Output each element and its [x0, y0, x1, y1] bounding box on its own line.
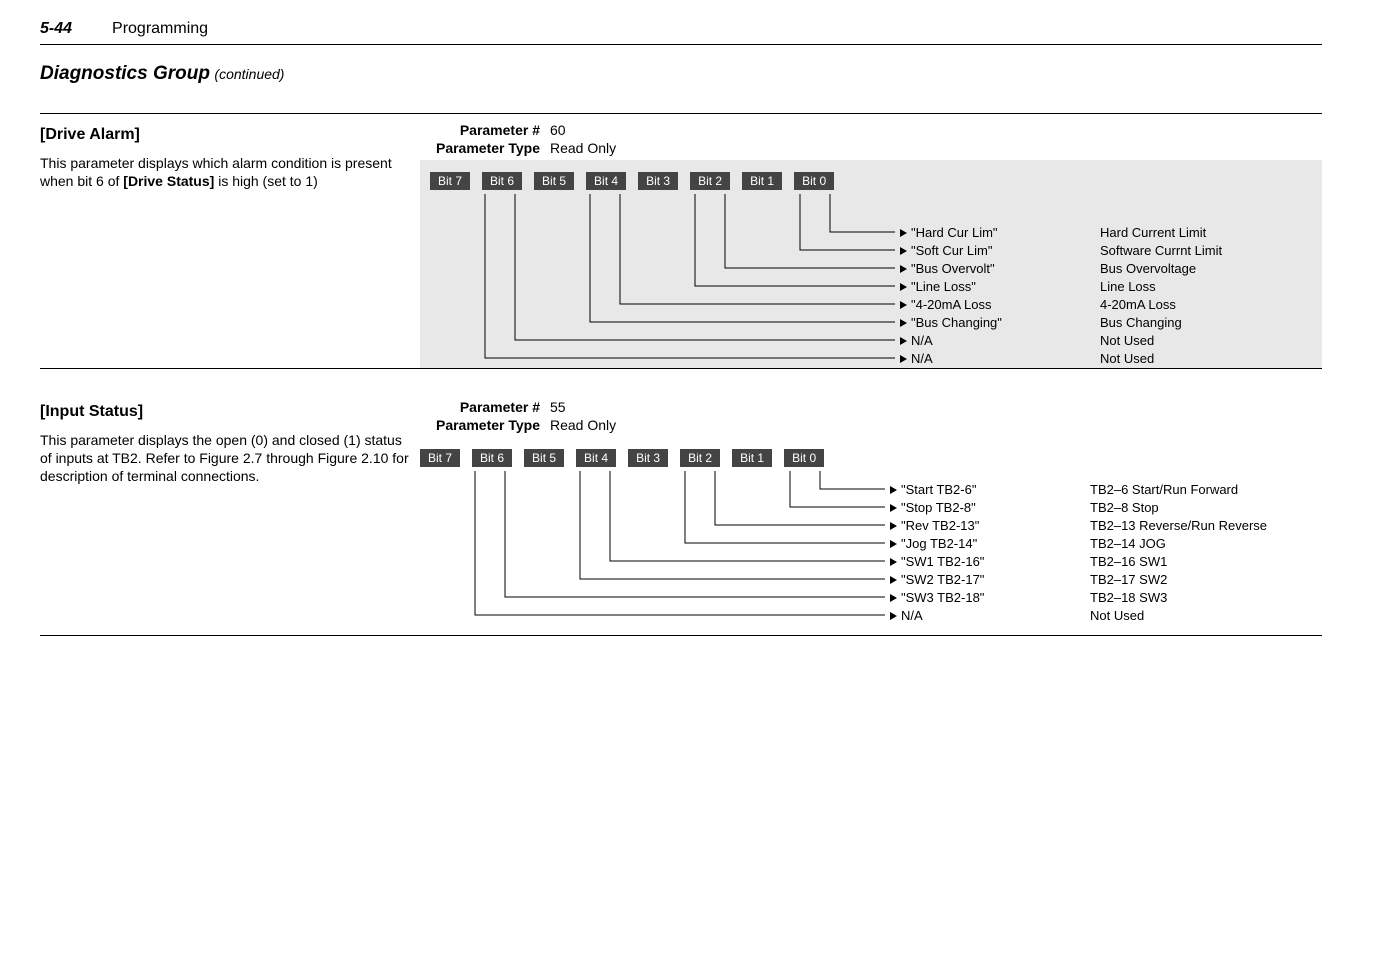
arrow-icon: [900, 247, 907, 255]
input-status-description: This parameter displays the open (0) and…: [40, 431, 410, 486]
bit-6: Bit 6: [482, 172, 522, 190]
chapter-title: Programming: [112, 20, 208, 38]
drive-alarm-description: This parameter displays which alarm cond…: [40, 154, 410, 190]
param-num-label: Parameter #: [420, 122, 550, 138]
drive-alarm-title: [Drive Alarm]: [40, 126, 410, 144]
arrow-icon: [900, 301, 907, 309]
arrow-icon: [890, 612, 897, 620]
group-title: Diagnostics Group: [40, 63, 210, 84]
bit-4: Bit 4: [576, 449, 616, 467]
bit-3: Bit 3: [628, 449, 668, 467]
param-num-value: 55: [550, 399, 566, 415]
param-type-value: Read Only: [550, 140, 616, 156]
arrow-icon: [900, 319, 907, 327]
bit-5: Bit 5: [534, 172, 574, 190]
param-num-value: 60: [550, 122, 566, 138]
input-status-bit-names: "Start TB2-6" "Stop TB2-8" "Rev TB2-13" …: [890, 481, 984, 625]
arrow-icon: [890, 594, 897, 602]
bit-7: Bit 7: [420, 449, 460, 467]
bit-5: Bit 5: [524, 449, 564, 467]
bit-lines-icon: [420, 471, 900, 631]
arrow-icon: [900, 337, 907, 345]
arrow-icon: [900, 355, 907, 363]
param-num-label: Parameter #: [420, 399, 550, 415]
input-status-diagram: Bit 7 Bit 6 Bit 5 Bit 4 Bit 3 Bit 2 Bit …: [420, 437, 1322, 635]
arrow-icon: [900, 229, 907, 237]
section-input-status: [Input Status] This parameter displays t…: [40, 399, 1322, 636]
drive-alarm-bit-descriptions: Hard Current Limit Software Currnt Limit…: [1100, 224, 1222, 368]
bit-2: Bit 2: [680, 449, 720, 467]
arrow-icon: [890, 486, 897, 494]
section-drive-alarm: [Drive Alarm] This parameter displays wh…: [40, 113, 1322, 369]
param-type-value: Read Only: [550, 417, 616, 433]
param-type-label: Parameter Type: [420, 417, 550, 433]
bit-lines-icon: [430, 194, 910, 364]
arrow-icon: [890, 558, 897, 566]
arrow-icon: [900, 283, 907, 291]
bit-1: Bit 1: [732, 449, 772, 467]
bit-1: Bit 1: [742, 172, 782, 190]
arrow-icon: [890, 576, 897, 584]
bit-7: Bit 7: [430, 172, 470, 190]
arrow-icon: [890, 540, 897, 548]
page-number: 5-44: [40, 20, 72, 38]
arrow-icon: [900, 265, 907, 273]
group-continued: (continued): [214, 66, 284, 82]
bit-3: Bit 3: [638, 172, 678, 190]
bit-4: Bit 4: [586, 172, 626, 190]
group-heading: Diagnostics Group (continued): [40, 63, 1322, 85]
drive-alarm-diagram: Bit 7 Bit 6 Bit 5 Bit 4 Bit 3 Bit 2 Bit …: [420, 160, 1322, 368]
bit-0: Bit 0: [794, 172, 834, 190]
drive-alarm-bit-names: "Hard Cur Lim" "Soft Cur Lim" "Bus Overv…: [900, 224, 1002, 368]
bit-0: Bit 0: [784, 449, 824, 467]
input-status-bit-descriptions: TB2–6 Start/Run Forward TB2–8 Stop TB2–1…: [1090, 481, 1267, 625]
arrow-icon: [890, 522, 897, 530]
arrow-icon: [890, 504, 897, 512]
bit-2: Bit 2: [690, 172, 730, 190]
param-type-label: Parameter Type: [420, 140, 550, 156]
input-status-title: [Input Status]: [40, 403, 410, 421]
bit-6: Bit 6: [472, 449, 512, 467]
